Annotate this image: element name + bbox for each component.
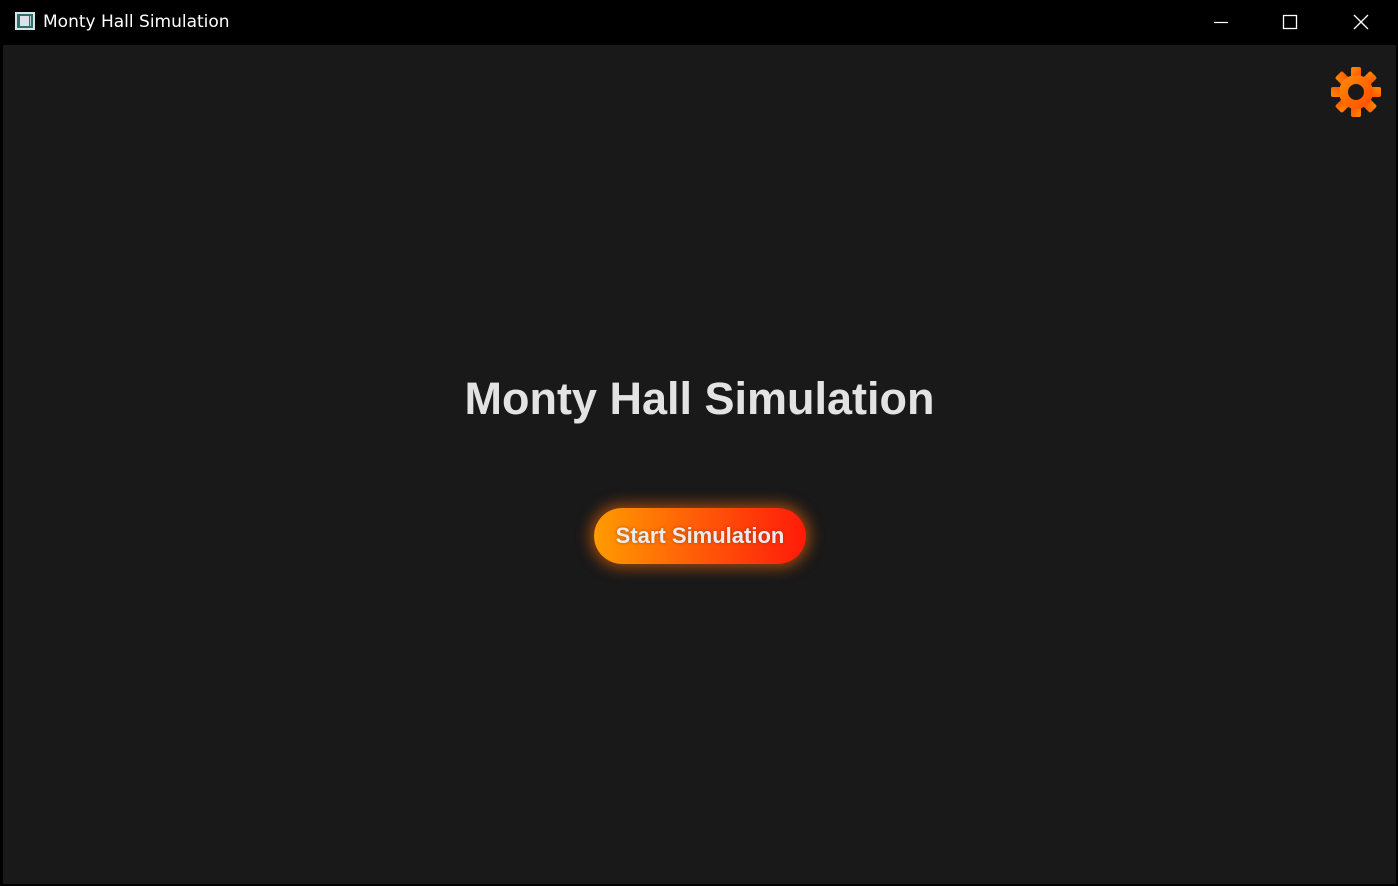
app-window: Monty Hall Simulation Monty Hall Simulat… (0, 0, 1398, 886)
page-title: Monty Hall Simulation (464, 373, 935, 424)
minimize-icon (1214, 21, 1228, 24)
maximize-icon (1282, 14, 1298, 30)
close-button[interactable] (1327, 0, 1395, 44)
title-bar[interactable]: Monty Hall Simulation (0, 0, 1398, 44)
start-simulation-button[interactable]: Start Simulation (594, 508, 806, 564)
window-title: Monty Hall Simulation (43, 12, 230, 32)
minimize-button[interactable] (1187, 0, 1255, 44)
main-content: Monty Hall Simulation Start Simulation (3, 45, 1396, 884)
gear-icon (1331, 67, 1381, 117)
maximize-button[interactable] (1256, 0, 1324, 44)
start-simulation-label: Start Simulation (615, 523, 785, 548)
settings-button[interactable] (1330, 66, 1382, 118)
close-icon (1353, 14, 1369, 30)
app-window-icon (15, 12, 35, 30)
